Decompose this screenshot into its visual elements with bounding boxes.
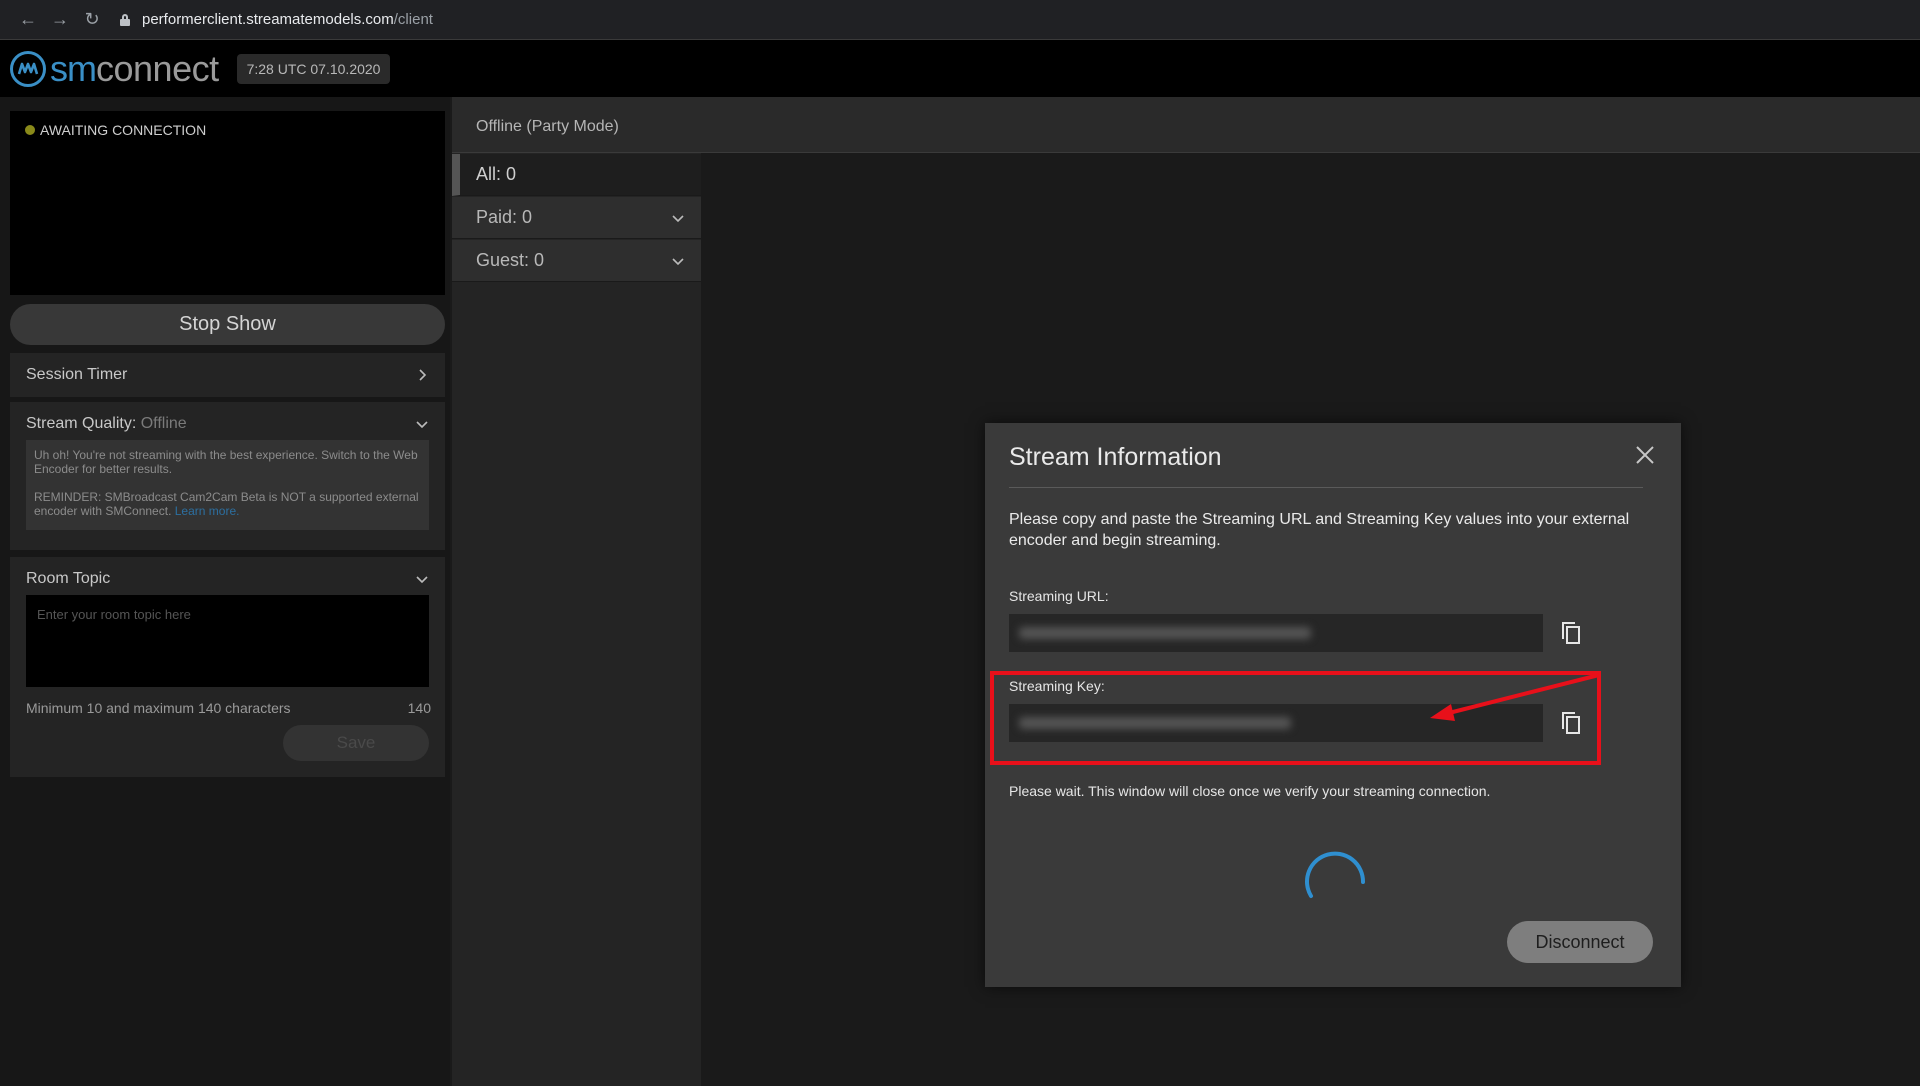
- show-mode-bar: Offline (Party Mode): [452, 97, 1920, 153]
- room-topic-panel: Room Topic Enter your room topic here Mi…: [10, 557, 445, 777]
- learn-more-link[interactable]: Learn more.: [175, 504, 240, 518]
- streaming-key-label: Streaming Key:: [1009, 678, 1105, 694]
- streaming-url-field[interactable]: [1009, 614, 1543, 652]
- user-filter-paid[interactable]: Paid: 0: [452, 197, 701, 239]
- show-mode-label: Offline (Party Mode): [476, 118, 619, 135]
- copy-url-icon[interactable]: [1559, 620, 1585, 648]
- video-preview: AWAITING CONNECTION: [10, 111, 445, 295]
- status-dot-icon: [25, 125, 35, 135]
- disconnect-button[interactable]: Disconnect: [1507, 921, 1653, 963]
- save-button[interactable]: Save: [283, 725, 429, 761]
- chevron-down-icon: [416, 576, 428, 584]
- close-icon[interactable]: [1633, 443, 1657, 467]
- room-topic-hint: Minimum 10 and maximum 140 characters: [26, 700, 291, 716]
- chevron-down-icon: [672, 257, 684, 265]
- url-path: /client: [393, 11, 433, 28]
- user-filter-all-label: All: 0: [476, 164, 517, 184]
- streaming-url-label: Streaming URL:: [1009, 588, 1109, 604]
- chevron-down-icon: [672, 214, 684, 222]
- dialog-title: Stream Information: [1009, 443, 1222, 471]
- connection-status-text: AWAITING CONNECTION: [40, 122, 207, 138]
- stream-information-dialog: Stream Information Please copy and paste…: [985, 423, 1681, 987]
- session-timer-panel[interactable]: Session Timer: [10, 353, 445, 397]
- quality-message-1: Uh oh! You're not streaming with the bes…: [34, 448, 418, 476]
- quality-warning: Uh oh! You're not streaming with the bes…: [26, 440, 429, 530]
- stream-quality-value: Offline: [140, 415, 187, 432]
- forward-icon[interactable]: →: [46, 6, 74, 34]
- room-topic-input[interactable]: Enter your room topic here: [26, 595, 429, 687]
- room-topic-label: Room Topic: [26, 570, 111, 587]
- redacted-value: [1019, 717, 1291, 729]
- browser-toolbar: ← → ↻ performerclient.streamatemodels.co…: [0, 0, 1920, 40]
- wait-message: Please wait. This window will close once…: [1009, 783, 1491, 799]
- streaming-key-field[interactable]: [1009, 704, 1543, 742]
- logo-text-connect: connect: [96, 47, 219, 89]
- left-sidebar: AWAITING CONNECTION Stop Show Session Ti…: [0, 97, 450, 1086]
- back-icon[interactable]: ←: [14, 6, 42, 34]
- lock-icon: [120, 13, 130, 26]
- app-header: sm connect 7:28 UTC 07.10.2020: [0, 40, 1920, 97]
- url-host: performerclient.streamatemodels.com: [142, 11, 394, 28]
- smconnect-logo-icon: [10, 50, 46, 87]
- dialog-description: Please copy and paste the Streaming URL …: [1009, 511, 1630, 549]
- redacted-value: [1019, 627, 1311, 639]
- stream-quality-panel: Stream Quality: Offline Uh oh! You're no…: [10, 402, 445, 550]
- room-topic-count: 140: [407, 700, 431, 716]
- session-timer-label: Session Timer: [26, 366, 128, 383]
- utc-clock: 7:28 UTC 07.10.2020: [236, 53, 391, 84]
- chevron-down-icon: [416, 421, 428, 429]
- user-filter-guest[interactable]: Guest: 0: [452, 240, 701, 282]
- reload-icon[interactable]: ↻: [78, 6, 106, 34]
- user-filter-guest-label: Guest: 0: [476, 250, 545, 270]
- stream-quality-label: Stream Quality:: [26, 415, 137, 432]
- stop-show-button[interactable]: Stop Show: [10, 304, 445, 345]
- user-filter-all[interactable]: All: 0: [452, 154, 701, 196]
- address-bar[interactable]: performerclient.streamatemodels.com/clie…: [120, 11, 433, 28]
- dialog-divider: [1009, 487, 1643, 488]
- connection-status: AWAITING CONNECTION: [25, 122, 206, 138]
- logo-text-sm: sm: [50, 47, 97, 89]
- user-filter-paid-label: Paid: 0: [476, 207, 533, 227]
- chevron-right-icon: [419, 369, 427, 381]
- loading-spinner-icon: [1305, 851, 1366, 898]
- copy-key-icon[interactable]: [1559, 710, 1585, 738]
